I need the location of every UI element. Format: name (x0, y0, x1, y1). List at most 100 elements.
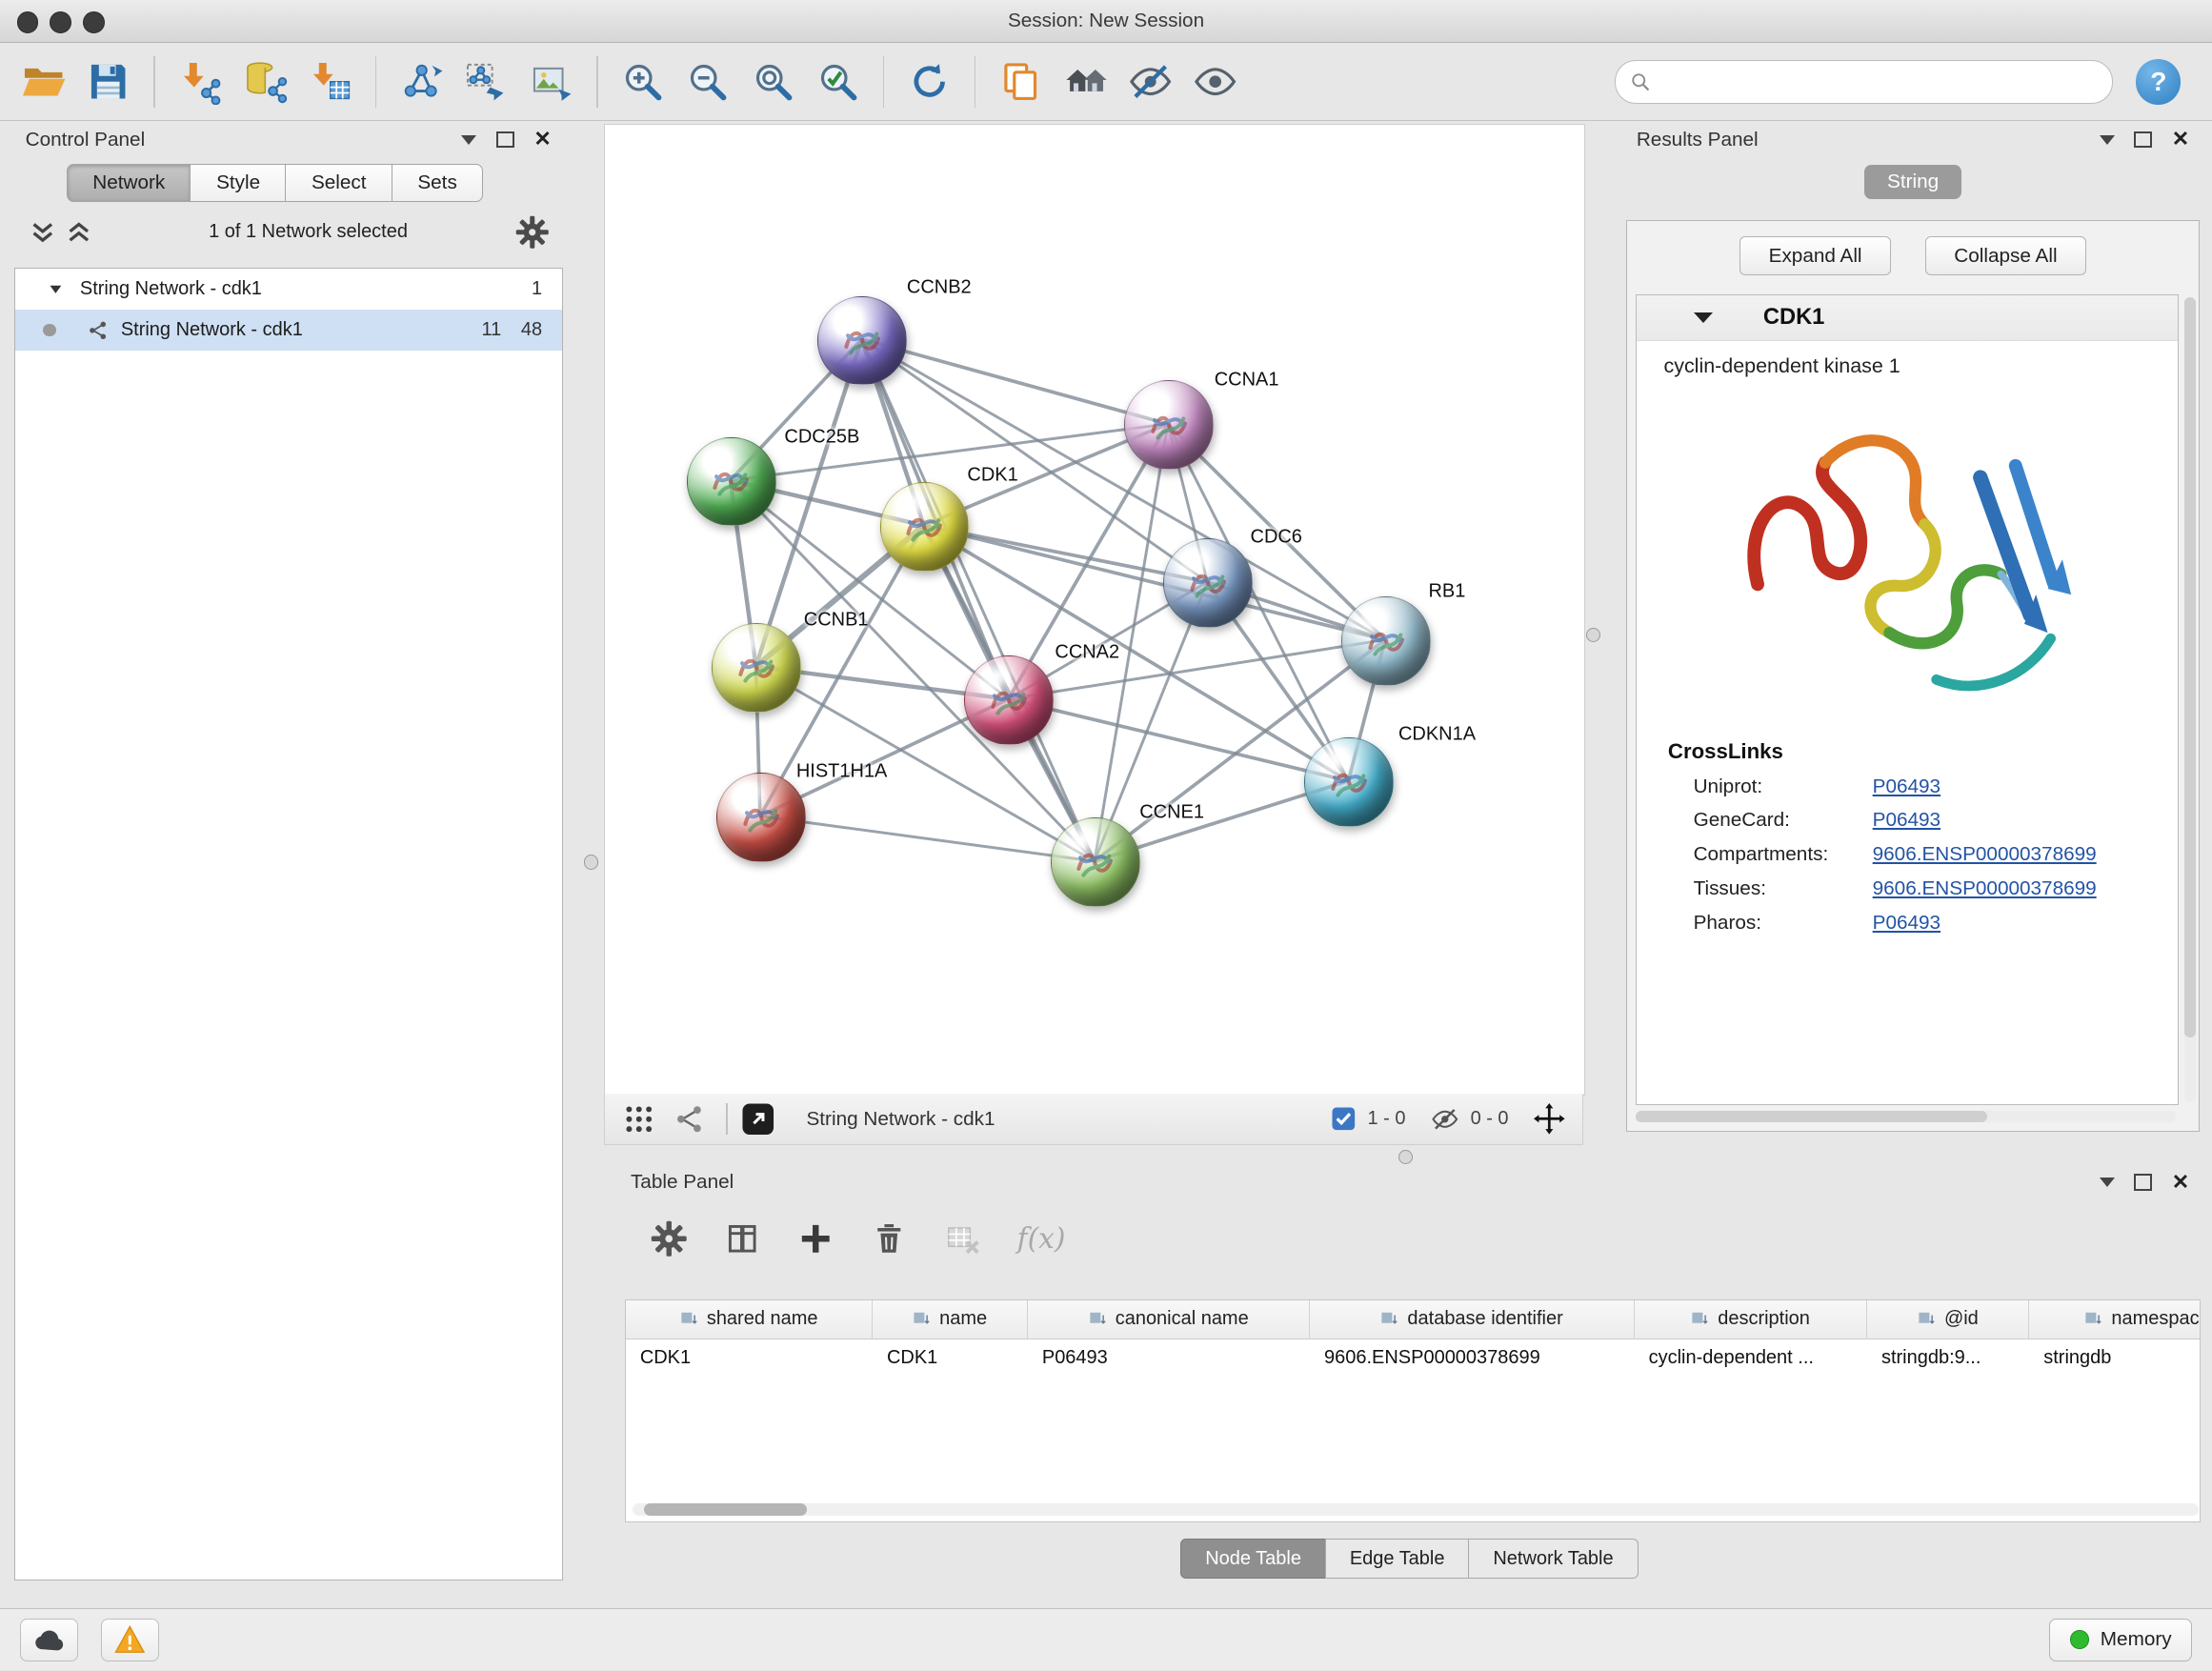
warning-triangle-icon (114, 1625, 146, 1654)
show-all-button[interactable] (1183, 50, 1248, 112)
save-session-button[interactable] (76, 50, 141, 112)
tab-style[interactable]: Style (190, 164, 286, 203)
table-row[interactable]: CDK1 CDK1 P06493 9606.ENSP00000378699 cy… (626, 1339, 2200, 1378)
network-node-ccna2[interactable] (964, 655, 1054, 745)
network-node-cdk1[interactable] (880, 482, 970, 572)
column-header-shared-name[interactable]: shared name (626, 1300, 873, 1339)
results-vertical-scrollbar[interactable] (2184, 297, 2196, 1102)
tab-select[interactable]: Select (285, 164, 392, 203)
column-header-namespace[interactable]: namespac (2029, 1300, 2201, 1339)
warnings-button[interactable] (101, 1619, 159, 1661)
scrollbar-thumb[interactable] (644, 1503, 806, 1516)
refresh-button[interactable] (897, 50, 962, 112)
import-network-database-button[interactable] (232, 50, 297, 112)
clone-network-button[interactable] (989, 50, 1054, 112)
export-image-button[interactable] (519, 50, 584, 112)
results-horizontal-scrollbar[interactable] (1636, 1111, 2176, 1122)
panel-close-icon[interactable]: ✕ (533, 129, 552, 150)
table-horizontal-scrollbar[interactable] (633, 1503, 2199, 1516)
disclosure-triangle-icon[interactable] (49, 282, 63, 296)
window-zoom-button[interactable] (83, 11, 105, 33)
expand-all-button[interactable]: Expand All (1739, 236, 1891, 275)
right-splitter-handle[interactable] (1586, 628, 1600, 642)
add-column-icon[interactable] (797, 1220, 835, 1258)
network-node-cdkn1a[interactable] (1304, 737, 1394, 827)
window-close-button[interactable] (17, 11, 39, 33)
search-input[interactable] (1659, 70, 2099, 93)
network-node-ccnb1[interactable] (712, 623, 801, 713)
network-overview-icon[interactable] (673, 1102, 707, 1137)
network-node-rb1[interactable] (1341, 596, 1431, 686)
panel-close-icon[interactable]: ✕ (2172, 1172, 2190, 1193)
selected-checkbox-icon[interactable] (1331, 1106, 1357, 1132)
hide-selection-button[interactable] (1118, 50, 1183, 112)
panel-float-icon[interactable] (496, 131, 514, 148)
compartments-link[interactable]: 9606.ENSP00000378699 (1873, 843, 2097, 866)
column-header-name[interactable]: name (873, 1300, 1028, 1339)
zoom-selected-button[interactable] (805, 50, 870, 112)
tab-network[interactable]: Network (67, 164, 191, 203)
panel-menu-icon[interactable] (2100, 135, 2115, 145)
network-node-ccnb2[interactable] (817, 296, 907, 386)
genecard-link[interactable]: P06493 (1873, 809, 1941, 832)
column-header-database-identifier[interactable]: database identifier (1310, 1300, 1635, 1339)
column-header-description[interactable]: description (1635, 1300, 1867, 1339)
column-header-canonical-name[interactable]: canonical name (1028, 1300, 1310, 1339)
network-row-selected[interactable]: String Network - cdk1 11 48 (15, 310, 562, 351)
bottom-splitter-handle[interactable] (1398, 1150, 1413, 1164)
network-edge-hist1h1a-ccne1[interactable] (760, 816, 1095, 861)
string-tab[interactable]: String (1864, 165, 1961, 199)
zoom-fit-button[interactable] (740, 50, 805, 112)
import-table-button[interactable] (297, 50, 362, 112)
new-network-button[interactable] (390, 50, 454, 112)
import-network-file-button[interactable] (168, 50, 232, 112)
network-icon (87, 319, 110, 342)
tissues-link[interactable]: 9606.ENSP00000378699 (1873, 877, 2097, 900)
window-minimize-button[interactable] (50, 11, 71, 33)
tab-sets[interactable]: Sets (392, 164, 484, 203)
network-node-hist1h1a[interactable] (716, 773, 806, 862)
panel-float-icon[interactable] (2134, 1174, 2152, 1190)
collapse-all-icon[interactable] (29, 218, 57, 247)
cloud-status-button[interactable] (20, 1619, 78, 1661)
open-session-button[interactable] (11, 50, 76, 112)
tab-node-table[interactable]: Node Table (1180, 1539, 1326, 1579)
network-node-cdc25b[interactable] (687, 437, 776, 527)
delete-column-icon[interactable] (871, 1220, 908, 1258)
home-layout-button[interactable] (1054, 50, 1118, 112)
help-button[interactable]: ? (2136, 59, 2181, 104)
node-label-cdc6: CDC6 (1251, 526, 1302, 548)
hidden-eye-slash-icon[interactable] (1431, 1105, 1459, 1134)
tab-edge-table[interactable]: Edge Table (1325, 1539, 1470, 1579)
fit-content-crosshair-icon[interactable] (1534, 1103, 1565, 1135)
network-collection-row[interactable]: String Network - cdk1 1 (15, 269, 562, 310)
collapse-triangle-icon[interactable] (1694, 312, 1713, 323)
uniprot-link[interactable]: P06493 (1873, 775, 1941, 798)
panel-float-icon[interactable] (2134, 131, 2152, 148)
left-splitter-handle[interactable] (584, 855, 598, 869)
table-settings-gear-icon[interactable] (651, 1220, 688, 1258)
pharos-link[interactable]: P06493 (1873, 912, 1941, 935)
network-node-ccna1[interactable] (1124, 380, 1214, 470)
collapse-all-button[interactable]: Collapse All (1925, 236, 2086, 275)
birds-eye-grid-icon[interactable] (622, 1102, 656, 1137)
tab-network-table[interactable]: Network Table (1468, 1539, 1639, 1579)
column-header-at-id[interactable]: @id (1867, 1300, 2029, 1339)
expand-all-icon[interactable] (65, 218, 93, 247)
open-in-window-icon[interactable] (741, 1102, 775, 1137)
panel-menu-icon[interactable] (461, 135, 476, 145)
panel-close-icon[interactable]: ✕ (2172, 129, 2190, 150)
network-edge-ccnb2-ccne1[interactable] (861, 339, 1094, 861)
panel-menu-icon[interactable] (2100, 1178, 2115, 1187)
network-from-selection-button[interactable] (454, 50, 519, 112)
network-edge-cdk1-rb1[interactable] (923, 526, 1384, 640)
network-edge-ccnb2-ccna1[interactable] (861, 339, 1167, 424)
zoom-out-button[interactable] (675, 50, 740, 112)
network-node-cdc6[interactable] (1163, 538, 1253, 628)
memory-button[interactable]: Memory (2049, 1619, 2192, 1661)
network-node-ccne1[interactable] (1051, 817, 1140, 907)
zoom-in-button[interactable] (611, 50, 675, 112)
gear-icon[interactable] (515, 215, 550, 250)
network-canvas[interactable]: CCNB2CCNA1CDC25BCDK1CDC6RB1CCNB1CCNA2CDK… (604, 124, 1585, 1095)
show-columns-icon[interactable] (724, 1220, 761, 1258)
